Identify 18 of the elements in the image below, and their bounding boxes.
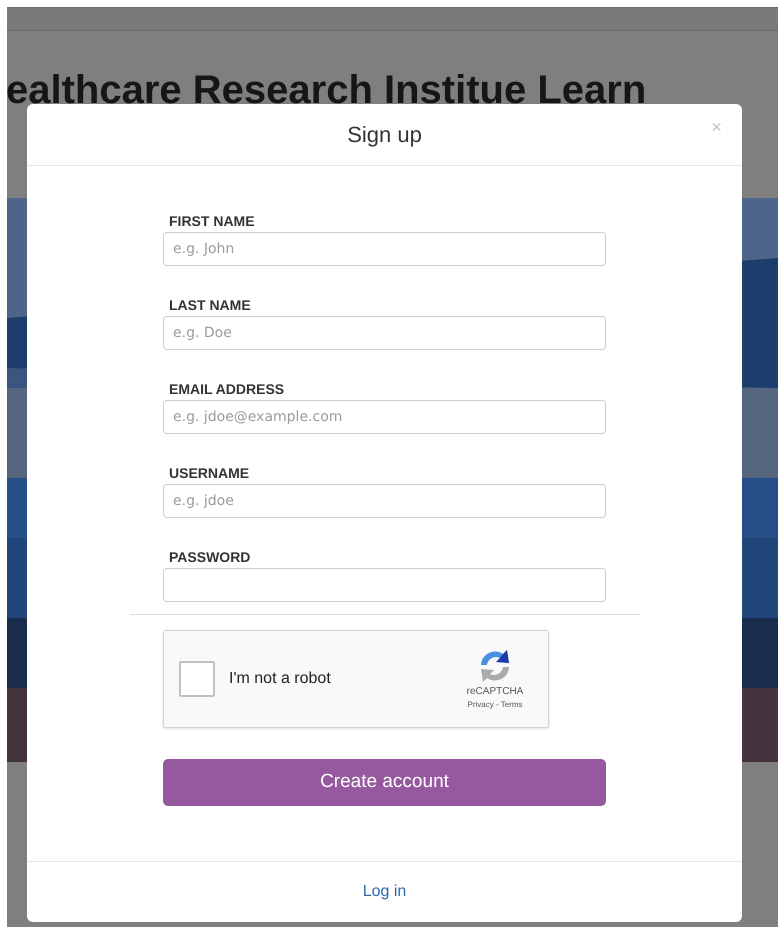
captcha-label: I'm not a robot <box>229 669 332 689</box>
field-label: EMAIL ADDRESS <box>169 380 286 398</box>
page-heading: ealthcare Research Institue Learn <box>7 67 646 113</box>
field-label: PASSWORD <box>169 548 252 566</box>
field-label: LAST NAME <box>169 296 252 314</box>
field-label: USERNAME <box>169 464 250 482</box>
input-field[interactable]: e.g. jdoe <box>163 484 606 518</box>
field-label: FIRST NAME <box>169 212 256 230</box>
captcha-brand: reCAPTCHA <box>466 685 524 699</box>
input-field[interactable] <box>163 568 606 602</box>
input-field[interactable]: e.g. John <box>163 232 606 266</box>
create-account-button[interactable]: Create account <box>163 759 606 806</box>
dialog-title: Sign up <box>347 121 422 149</box>
captcha-links[interactable]: Privacy - Terms <box>468 699 522 711</box>
captcha-checkbox[interactable] <box>179 661 215 697</box>
log-in-link[interactable]: Log in <box>362 880 406 904</box>
input-field[interactable]: e.g. Doe <box>163 316 606 350</box>
input-field[interactable]: e.g. jdoe@example.com <box>163 400 606 434</box>
